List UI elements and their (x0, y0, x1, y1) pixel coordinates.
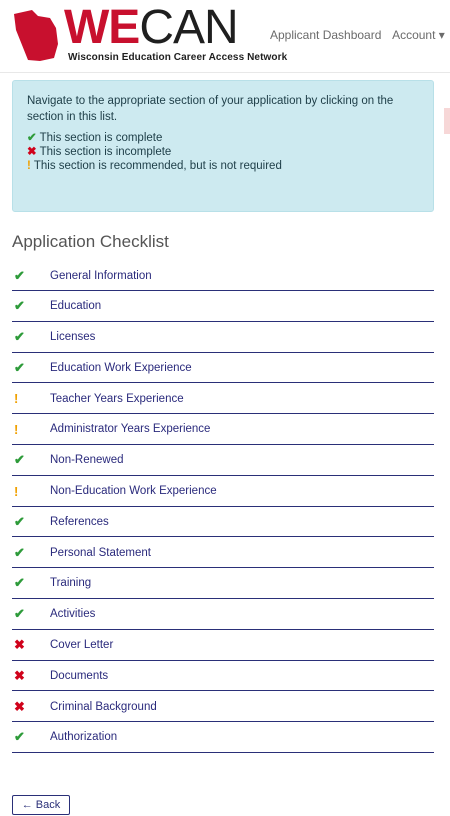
checklist-item-label: Administrator Years Experience (50, 423, 211, 436)
alert-edge (444, 108, 450, 134)
checklist-item-label: References (50, 515, 109, 528)
checklist-item-label: Non-Education Work Experience (50, 485, 217, 498)
checklist-item-label: Cover Letter (50, 639, 114, 652)
checklist-item-label: Authorization (50, 731, 118, 744)
brand-tagline: Wisconsin Education Career Access Networ… (68, 52, 288, 63)
checklist-item-label: Education Work Experience (50, 361, 192, 374)
exclamation-icon: ! (27, 160, 31, 172)
checklist-item[interactable]: ✔ Personal Statement (12, 538, 434, 569)
checklist-item-label: General Information (50, 269, 152, 282)
wecan-logo[interactable]: WECAN Wisconsin Education Career Access … (10, 1, 287, 66)
legend-complete: ✔ This section is complete (27, 132, 163, 144)
exclamation-icon: ! (14, 391, 19, 407)
application-checklist: ✔ General Information ✔ Education ✔ Licenses ✔… (12, 261, 434, 754)
exclamation-icon: ! (14, 483, 19, 499)
nav-applicant-dashboard[interactable]: Applicant Dashboard (270, 28, 381, 42)
wisconsin-map-icon (14, 10, 58, 61)
top-header: WECAN Wisconsin Education Career Access … (0, 0, 450, 73)
checklist-item[interactable]: ✖ Documents (12, 661, 434, 692)
exclamation-icon: ! (14, 421, 19, 437)
x-icon: ✖ (14, 667, 25, 683)
application-checklist-title: Application Checklist (12, 232, 169, 251)
checklist-item[interactable]: ✖ Cover Letter (12, 631, 434, 661)
top-nav: Applicant Dashboard Account ▾ (270, 28, 450, 42)
check-icon: ✔ (14, 329, 25, 345)
checklist-instructions: Navigate to the appropriate section of y… (12, 80, 434, 212)
x-icon: ✖ (14, 637, 25, 653)
legend-recommended: ! This section is recommended, but is no… (27, 160, 282, 172)
checklist-item[interactable]: ✔ Licenses (12, 323, 434, 353)
check-icon: ✔ (14, 359, 25, 375)
checklist-item[interactable]: ✔ General Information (12, 261, 434, 291)
x-icon: ✖ (14, 698, 25, 714)
checklist-item-label: Training (50, 577, 92, 590)
check-icon: ✔ (14, 513, 25, 529)
checklist-item[interactable]: ✖ Criminal Background (12, 692, 434, 723)
checklist-item[interactable]: ✔ Training (12, 569, 434, 599)
check-icon: ✔ (27, 132, 37, 144)
check-icon: ✔ (14, 298, 25, 314)
check-icon: ✔ (14, 452, 25, 468)
check-icon: ✔ (14, 575, 25, 591)
checklist-item-label: Activities (50, 608, 96, 621)
checklist-item[interactable]: ✔ Non-Renewed (12, 446, 434, 476)
checklist-item-label: Documents (50, 669, 109, 682)
checklist-item-label: Licenses (50, 331, 96, 344)
check-icon: ✔ (14, 544, 25, 560)
checklist-item-label: Criminal Background (50, 700, 157, 713)
checklist-item-label: Non-Renewed (50, 454, 124, 467)
checklist-item[interactable]: ! Teacher Years Experience (12, 384, 434, 415)
checklist-item-label: Teacher Years Experience (50, 392, 184, 405)
checklist-item[interactable]: ! Administrator Years Experience (12, 415, 434, 445)
back-button[interactable]: ← Back (12, 795, 70, 815)
checklist-item[interactable]: ✔ Activities (12, 600, 434, 630)
legend-incomplete: ✖ This section is incomplete (27, 146, 172, 158)
checklist-item-label: Education (50, 300, 102, 313)
check-icon: ✔ (14, 729, 25, 745)
checklist-item-label: Personal Statement (50, 546, 152, 559)
checklist-item[interactable]: ✔ References (12, 507, 434, 538)
checklist-item[interactable]: ✔ Education Work Experience (12, 353, 434, 384)
check-icon: ✔ (14, 267, 25, 283)
x-icon: ✖ (27, 146, 37, 158)
instructions-text: Navigate to the appropriate section of y… (27, 95, 394, 123)
brand-name: WECAN (64, 1, 239, 54)
checklist-item[interactable]: ✔ Education (12, 292, 434, 322)
check-icon: ✔ (14, 606, 25, 622)
checklist-item[interactable]: ✔ Authorization (12, 723, 434, 753)
nav-account[interactable]: Account ▾ (392, 28, 445, 42)
checklist-item[interactable]: ! Non-Education Work Experience (12, 477, 434, 507)
